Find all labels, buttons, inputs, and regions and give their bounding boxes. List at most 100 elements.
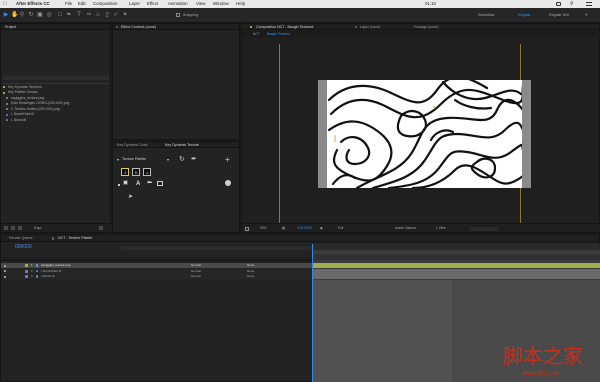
zoom-tool-icon[interactable]: ⚲	[19, 12, 25, 18]
effect-controls-tab[interactable]: Effect Controls (none)	[121, 25, 156, 30]
refresh-icon[interactable]: ↻	[179, 156, 185, 163]
workspace-essentials[interactable]: Essentials	[478, 13, 494, 18]
project-item-footage-5[interactable]: L Brush.tif	[3, 118, 110, 123]
puppet-tool-icon[interactable]: ✶	[122, 12, 128, 18]
texture-palette-dropdown[interactable]: ▾ Texture Palette ▾	[117, 157, 175, 163]
swap-colors-icon[interactable]	[123, 180, 128, 185]
new-composition-icon[interactable]	[18, 226, 22, 230]
project-item-footage-4[interactable]: L BrushPaint.tif	[3, 112, 110, 118]
menu-help[interactable]: Help	[236, 1, 245, 6]
layer-mode-dropdown[interactable]: Normal	[191, 269, 201, 273]
notification-center-icon[interactable]	[586, 2, 592, 6]
menu-file[interactable]: File	[65, 1, 72, 6]
add-icon[interactable]: +	[225, 156, 230, 164]
composition-frame[interactable]	[318, 80, 531, 188]
menu-app-name[interactable]: After Effects CC	[16, 1, 50, 6]
always-preview-icon[interactable]	[245, 226, 249, 231]
workspace-menu-icon[interactable]: »	[585, 13, 588, 18]
project-search-input[interactable]	[3, 76, 109, 80]
tab-close-icon[interactable]	[116, 25, 119, 29]
workspace-regular[interactable]: Regular	[518, 13, 531, 18]
pen-tool-icon[interactable]: ✒	[66, 12, 72, 18]
camera-tool-icon[interactable]: ▣	[37, 12, 43, 18]
layer-bar-1[interactable]	[312, 263, 600, 268]
brush-tool-icon[interactable]: ✑	[86, 12, 92, 18]
interpret-footage-icon[interactable]	[4, 226, 8, 230]
spotlight-icon[interactable]: ⚲	[570, 1, 574, 7]
menu-edit[interactable]: Edit	[78, 1, 86, 6]
tab-key-dynamic-color[interactable]: Key Dynamic Color	[117, 143, 148, 148]
layers-icon[interactable]	[157, 181, 163, 186]
breadcrumb-bangin-textured[interactable]: Bangin Textured	[267, 32, 290, 36]
bit-depth-label[interactable]: 8 bpc	[34, 226, 42, 230]
layer-row-3[interactable]: 3 L Brush.tif Normal None	[1, 274, 312, 279]
texture-key-j[interactable]: J	[121, 168, 129, 176]
layer-bar-3[interactable]	[312, 274, 600, 279]
label-color-swatch[interactable]	[25, 264, 28, 267]
camera-dropdown[interactable]: Active Camera	[395, 226, 416, 230]
menubar-status-icon[interactable]	[556, 2, 561, 6]
arrow-left-icon[interactable]: ⬅	[147, 180, 152, 186]
menu-composition[interactable]: Composition	[93, 1, 117, 6]
new-folder-icon[interactable]	[11, 226, 15, 230]
timeline-timecode[interactable]: 000000	[15, 245, 32, 250]
layer-name[interactable]: squiggles_texture.png	[41, 264, 70, 267]
time-ruler[interactable]	[312, 244, 600, 250]
tab-timeline-comp[interactable]: NCT - Texture Palette	[58, 236, 92, 241]
tab-footage[interactable]: Footage (none)	[414, 25, 439, 30]
tab-composition[interactable]: Composition NCT - Bangin Textured	[256, 25, 313, 30]
type-tool-icon[interactable]: T	[76, 12, 82, 18]
apple-icon[interactable]: 	[3, 1, 7, 7]
type-style-label[interactable]: A	[136, 181, 140, 187]
project-tab[interactable]: Project	[5, 25, 16, 30]
roto-brush-tool-icon[interactable]: ✓	[113, 12, 119, 18]
menu-window[interactable]: Window	[213, 1, 229, 6]
rectangle-tool-icon[interactable]: □	[57, 12, 63, 18]
layer-mode-dropdown[interactable]: Normal	[191, 264, 201, 267]
layer-name[interactable]: L Brush.tif	[41, 275, 54, 278]
tab-layer[interactable]: Layer (none)	[360, 25, 380, 30]
view-layout-dropdown[interactable]: 1 View	[436, 226, 446, 230]
tab-key-dynamic-texture[interactable]: Key Dynamic Texture	[165, 143, 199, 148]
layer-row-1[interactable]: 1 squiggles_texture.png Normal None	[1, 263, 312, 268]
playhead[interactable]	[312, 244, 313, 382]
hand-tool-icon[interactable]: ✋	[11, 12, 18, 18]
project-item-footage-2[interactable]: Dots Reddingen-DOMO-(000-000).png	[3, 101, 110, 107]
menu-view[interactable]: View	[196, 1, 205, 6]
clone-stamp-tool-icon[interactable]: ♨	[95, 12, 101, 18]
layer-parent-dropdown[interactable]: None	[247, 269, 254, 273]
gear-icon[interactable]	[225, 180, 231, 186]
breadcrumb-nct[interactable]: NCT	[253, 32, 260, 36]
grid-guides-icon[interactable]: ▦	[282, 226, 285, 230]
visibility-eye-icon[interactable]	[4, 264, 6, 267]
menu-animation[interactable]: Animation	[168, 1, 188, 6]
timeline-search-input[interactable]	[121, 246, 311, 250]
eraser-tool-icon[interactable]: ▯	[104, 12, 110, 18]
layer-bar-2[interactable]	[312, 268, 600, 274]
label-color-swatch[interactable]	[25, 269, 28, 273]
exposure-slider[interactable]	[470, 226, 498, 231]
menu-effect[interactable]: Effect	[147, 1, 158, 6]
layer-row-2[interactable]: 2 L BrushPaint.tif Normal None	[1, 268, 312, 274]
layer-parent-dropdown[interactable]: None	[247, 264, 254, 267]
workspace-regular-win[interactable]: Regular Win	[549, 13, 569, 18]
selection-tool-icon[interactable]: ▶	[3, 12, 9, 18]
visibility-eye-icon[interactable]	[4, 270, 6, 272]
visibility-eye-icon[interactable]	[4, 275, 6, 278]
layer-mode-dropdown[interactable]: Normal	[191, 275, 201, 278]
snapshot-icon[interactable]: ◉	[320, 226, 323, 230]
tab-close-icon[interactable]	[52, 237, 55, 240]
texture-key-l[interactable]: L	[143, 168, 151, 176]
viewer-timecode[interactable]: 0:00:00:00	[297, 226, 312, 230]
resolution-dropdown[interactable]: Full	[338, 226, 343, 230]
project-item-folder-2[interactable]: Key Palette Groups	[3, 90, 110, 96]
pan-behind-tool-icon[interactable]: ◎	[46, 12, 52, 18]
tab-render-queue[interactable]: Render Queue	[9, 236, 33, 241]
layer-name[interactable]: L BrushPaint.tif	[41, 269, 61, 273]
magnification-dropdown[interactable]: 50%	[260, 226, 266, 230]
menu-layer[interactable]: Layer	[129, 1, 140, 6]
snapping-checkbox[interactable]	[176, 13, 180, 17]
brush-icon[interactable]: ✒	[191, 156, 197, 163]
layer-parent-dropdown[interactable]: None	[247, 275, 254, 278]
work-area-bar[interactable]	[312, 254, 600, 260]
